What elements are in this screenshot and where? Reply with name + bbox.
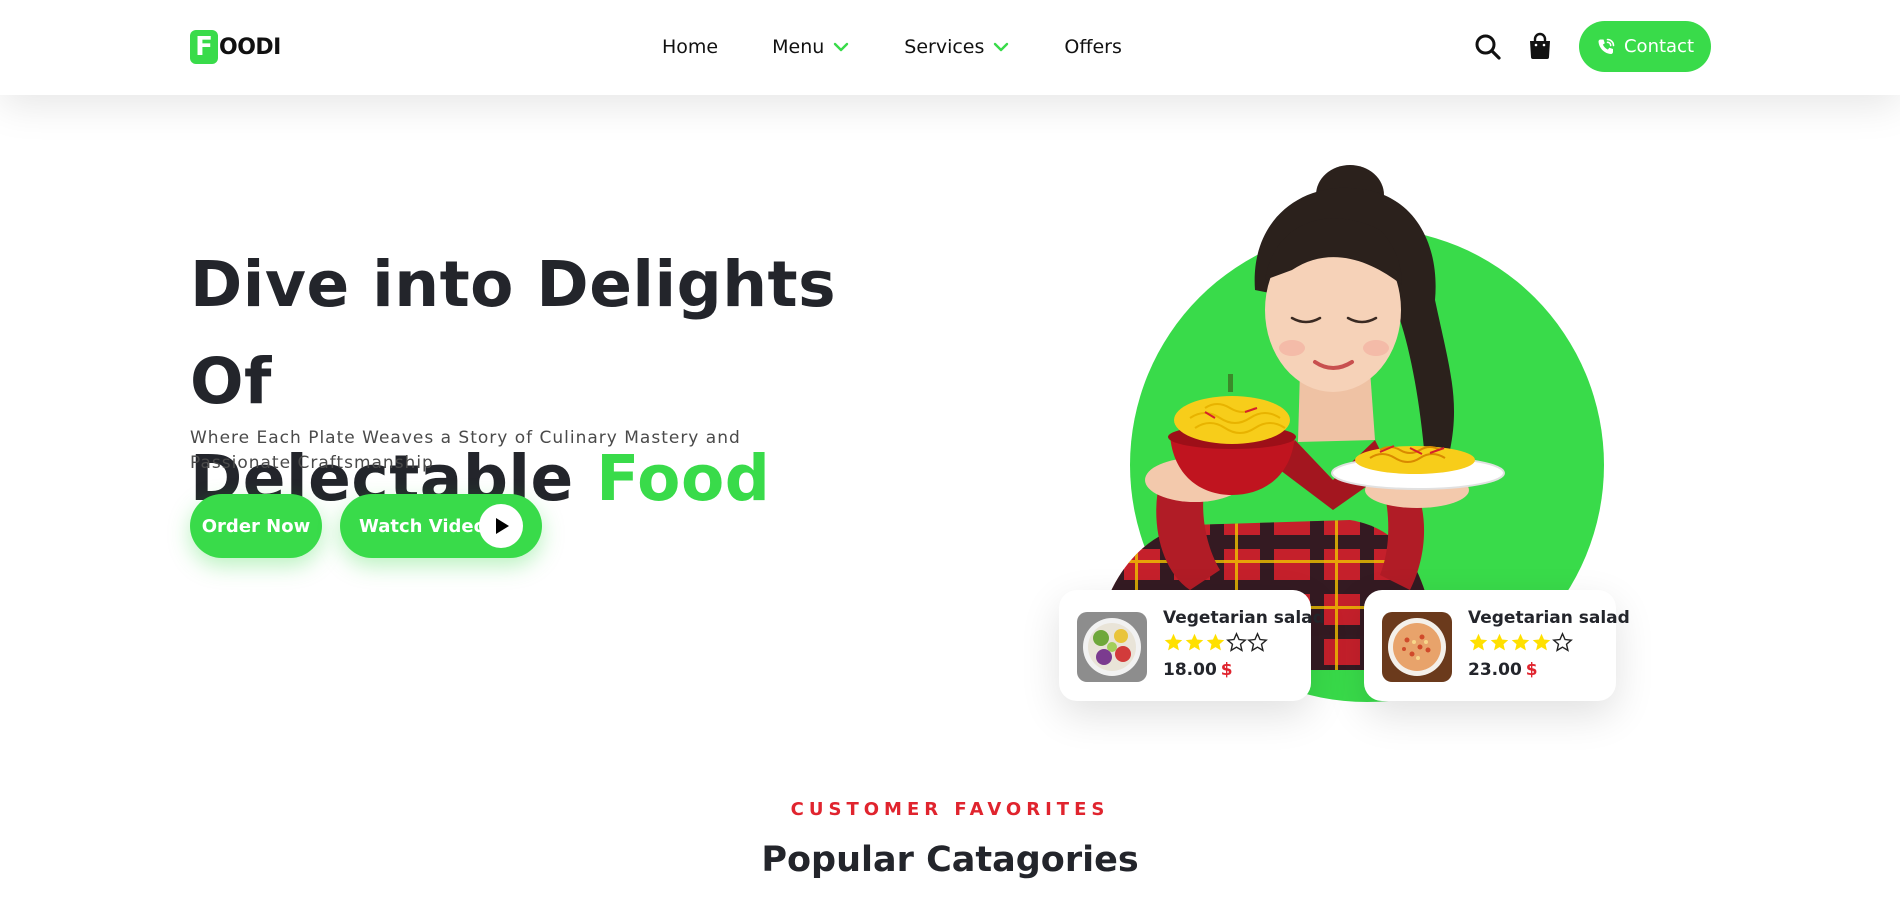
star-filled-icon [1511, 633, 1530, 651]
star-filled-icon [1469, 633, 1488, 651]
star-filled-icon [1532, 633, 1551, 651]
hero-title: Dive into Delights Of Delectable Food [190, 236, 850, 527]
logo-text: OODI [219, 34, 281, 60]
card-title: Vegetarian salad [1468, 608, 1630, 628]
star-filled-icon [1490, 633, 1509, 651]
star-filled-icon [1164, 633, 1183, 651]
order-now-label: Order Now [201, 515, 311, 537]
nav-item-services[interactable]: Services [904, 36, 1010, 58]
watch-video-button[interactable]: Watch Video [340, 494, 542, 558]
section-title: Popular Catagories [761, 840, 1139, 880]
salad-thumbnail [1077, 612, 1147, 682]
nav-item-label: Home [662, 36, 719, 58]
chevron-down-icon [834, 42, 849, 52]
price-value: 18.00 [1163, 660, 1217, 680]
food-card[interactable]: Vegetarian salad 18.00 $ [1059, 590, 1325, 701]
logo[interactable]: F OODI [190, 30, 281, 64]
main-nav: Home Menu Services Offers [662, 34, 1122, 60]
logo-mark: F [190, 30, 218, 64]
card-title: Vegetarian salad [1163, 608, 1325, 628]
star-rating [1163, 632, 1268, 653]
section-kicker: CUSTOMER FAVORITES [790, 799, 1110, 820]
star-empty-icon [1247, 632, 1268, 652]
phone-icon [1598, 38, 1615, 54]
star-filled-icon [1185, 633, 1204, 651]
order-now-button[interactable]: Order Now [190, 494, 322, 558]
play-icon [479, 504, 523, 548]
salad-thumbnail [1382, 612, 1452, 682]
card-price: 23.00 $ [1468, 660, 1538, 680]
site-header: F OODI Home Menu Services Offers Contact [0, 0, 1900, 95]
star-empty-icon [1226, 632, 1247, 652]
star-empty-icon [1552, 632, 1573, 652]
price-value: 23.00 [1468, 660, 1522, 680]
price-currency: $ [1220, 660, 1233, 680]
contact-button[interactable]: Contact [1579, 21, 1711, 72]
nav-item-menu[interactable]: Menu [772, 36, 850, 58]
chevron-down-icon [994, 42, 1009, 52]
nav-item-label: Menu [772, 36, 825, 58]
nav-item-label: Offers [1064, 36, 1122, 58]
shopping-bag-icon[interactable] [1527, 32, 1553, 60]
star-filled-icon [1206, 633, 1225, 651]
hero-subtitle: Where Each Plate Weaves a Story of Culin… [190, 428, 741, 473]
price-currency: $ [1525, 660, 1538, 680]
contact-label: Contact [1623, 36, 1695, 57]
nav-item-label: Services [904, 36, 985, 58]
star-rating [1468, 632, 1573, 653]
nav-item-home[interactable]: Home [662, 36, 718, 58]
search-icon[interactable] [1474, 33, 1502, 61]
nav-item-offers[interactable]: Offers [1064, 36, 1121, 58]
hero-title-line1: Dive into Delights Of [190, 248, 837, 418]
card-price: 18.00 $ [1163, 660, 1233, 680]
food-card[interactable]: Vegetarian salad 23.00 $ [1364, 590, 1630, 701]
watch-video-label: Watch Video [359, 515, 486, 537]
